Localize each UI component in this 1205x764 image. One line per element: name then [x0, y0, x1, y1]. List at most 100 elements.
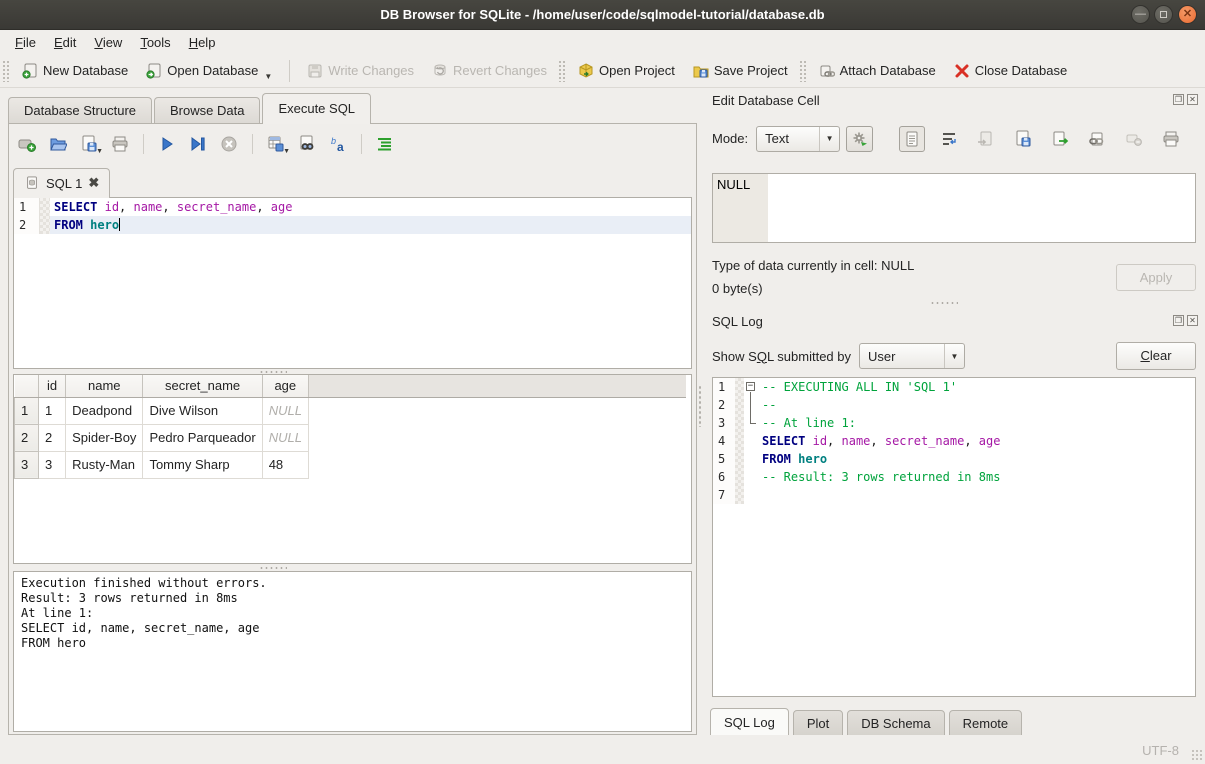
cell[interactable]: Rusty-Man [66, 451, 143, 478]
log-line: 5FROM hero [713, 450, 1195, 468]
bottom-tab-remote[interactable]: Remote [949, 710, 1023, 738]
new-database-icon [22, 63, 38, 79]
bottom-tab-sql-log[interactable]: SQL Log [710, 708, 789, 738]
log-line: 1−-- EXECUTING ALL IN 'SQL 1' [713, 378, 1195, 396]
close-tab-icon[interactable]: ✖ [88, 175, 99, 191]
autocomplete-button[interactable]: ba [328, 134, 348, 154]
row-number[interactable]: 2 [15, 424, 39, 451]
save-as-button[interactable] [1010, 126, 1036, 152]
table-row[interactable]: 11DeadpondDive WilsonNULL [15, 397, 687, 424]
cell[interactable]: 48 [262, 451, 308, 478]
float-panel-icon[interactable]: ❐ [1173, 94, 1184, 105]
fold-marker[interactable] [744, 414, 758, 432]
toolbar-button-label: Save Project [714, 63, 788, 78]
close-button[interactable]: ✕ [1178, 5, 1197, 24]
auto-mode-button[interactable] [846, 126, 873, 152]
close-panel-icon[interactable]: ✕ [1187, 94, 1198, 105]
cell[interactable]: 1 [39, 397, 66, 424]
cell[interactable]: Pedro Parqueador [143, 424, 262, 451]
sql-log-view[interactable]: 1−-- EXECUTING ALL IN 'SQL 1'2--3-- At l… [712, 377, 1196, 697]
toolbar-drag-handle[interactable] [2, 60, 9, 82]
dropdown-arrow-icon[interactable]: ▼ [264, 72, 272, 81]
column-header-secret_name[interactable]: secret_name [143, 375, 262, 397]
print-button[interactable] [1158, 126, 1184, 152]
link-icon [1088, 130, 1106, 148]
dock-inner-splitter[interactable] [930, 301, 958, 304]
execute-line-button[interactable] [188, 134, 208, 154]
toolbar-drag-handle[interactable] [799, 60, 806, 82]
minimize-button[interactable]: — [1131, 5, 1150, 24]
tab-browse-data[interactable]: Browse Data [154, 97, 260, 124]
toolbar-button-save-project[interactable]: Save Project [684, 59, 797, 83]
bottom-tab-db-schema[interactable]: DB Schema [847, 710, 944, 738]
cell[interactable]: 3 [39, 451, 66, 478]
float-panel-icon[interactable]: ❐ [1173, 315, 1184, 326]
resize-grip[interactable] [1191, 749, 1203, 761]
column-header-name[interactable]: name [66, 375, 143, 397]
toolbar-button-new-database[interactable]: New Database [13, 59, 137, 83]
log-line: 3-- At line 1: [713, 414, 1195, 432]
fold-marker[interactable]: − [744, 378, 758, 396]
titlebar[interactable]: DB Browser for SQLite - /home/user/code/… [0, 0, 1205, 30]
toolbar-button-close-database[interactable]: Close Database [945, 59, 1077, 83]
open-sql-file-button[interactable] [48, 134, 68, 154]
bottom-tab-plot[interactable]: Plot [793, 710, 843, 738]
cell-value-editor[interactable]: NULL [712, 173, 1196, 243]
save-sql-file-button[interactable]: ▼ [79, 134, 99, 154]
cell[interactable]: Spider-Boy [66, 424, 143, 451]
editor-line[interactable]: 2FROM hero [14, 216, 691, 234]
results-message-splitter[interactable] [13, 565, 692, 570]
menu-tools[interactable]: Tools [131, 32, 179, 53]
row-header-corner[interactable] [15, 375, 39, 397]
link-button[interactable] [1084, 126, 1110, 152]
sql-editor[interactable]: 1SELECT id, name, secret_name, age2FROM … [13, 197, 692, 369]
cell[interactable]: Dive Wilson [143, 397, 262, 424]
open-sql-tab-button[interactable] [17, 134, 37, 154]
table-row[interactable]: 33Rusty-ManTommy Sharp48 [15, 451, 687, 478]
table-row[interactable]: 22Spider-BoyPedro ParqueadorNULL [15, 424, 687, 451]
tab-database-structure[interactable]: Database Structure [8, 97, 152, 124]
column-header-id[interactable]: id [39, 375, 66, 397]
menu-view[interactable]: View [85, 32, 131, 53]
mode-select[interactable]: Text ▼ [756, 126, 840, 152]
row-number[interactable]: 3 [15, 451, 39, 478]
editor-line[interactable]: 1SELECT id, name, secret_name, age [14, 198, 691, 216]
export-button[interactable] [1047, 126, 1073, 152]
tab-execute-sql[interactable]: Execute SQL [262, 93, 371, 124]
column-header-age[interactable]: age [262, 375, 308, 397]
save-results-button[interactable]: ▼ [266, 134, 286, 154]
format-sql-button[interactable] [375, 134, 395, 154]
toolbar-button-open-project[interactable]: Open Project [569, 59, 684, 83]
toolbar-drag-handle[interactable] [558, 60, 565, 82]
menu-edit[interactable]: Edit [45, 32, 85, 53]
word-wrap-button[interactable] [936, 126, 962, 152]
menu-file[interactable]: File [6, 32, 45, 53]
log-filter-select[interactable]: User ▼ [859, 343, 965, 369]
sql-document-icon [24, 175, 40, 191]
execute-all-button[interactable] [157, 134, 177, 154]
toolbar-button-attach-database[interactable]: Attach Database [810, 59, 945, 83]
cell[interactable]: Tommy Sharp [143, 451, 262, 478]
find-button[interactable] [297, 134, 317, 154]
clear-log-button[interactable]: Clear [1116, 342, 1196, 370]
close-panel-icon[interactable]: ✕ [1187, 315, 1198, 326]
execution-message[interactable]: Execution finished without errors.Result… [13, 571, 692, 732]
import-icon [977, 130, 995, 148]
dropdown-arrow-icon[interactable]: ▼ [283, 148, 290, 155]
cell[interactable]: Deadpond [66, 397, 143, 424]
sql-log-title: SQL Log [712, 314, 763, 329]
row-number[interactable]: 1 [15, 397, 39, 424]
execute-all-icon [158, 135, 176, 153]
print-button[interactable] [110, 134, 130, 154]
cell[interactable]: NULL [262, 397, 308, 424]
dropdown-arrow-icon[interactable]: ▼ [96, 148, 103, 155]
sql-file-tab[interactable]: SQL 1 ✖ [13, 168, 110, 198]
maximize-button[interactable] [1154, 5, 1173, 24]
fold-marker[interactable] [744, 396, 758, 414]
text-mode-button[interactable] [899, 126, 925, 152]
cell[interactable]: NULL [262, 424, 308, 451]
menu-help[interactable]: Help [180, 32, 225, 53]
cell[interactable]: 2 [39, 424, 66, 451]
toolbar-button-open-database[interactable]: Open Database▼ [137, 59, 281, 83]
collapse-icon[interactable]: − [746, 382, 755, 391]
